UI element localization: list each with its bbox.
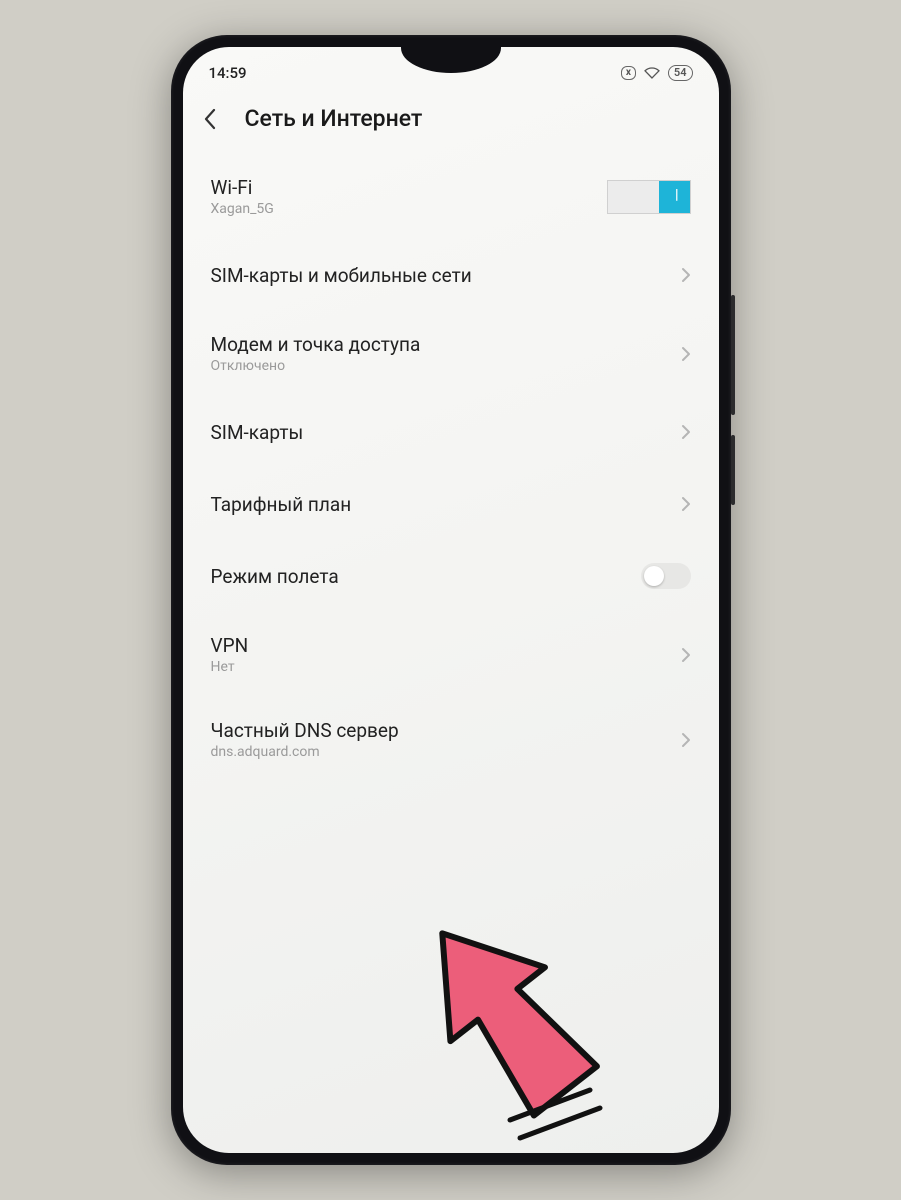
chevron-right-icon xyxy=(681,267,691,283)
row-label: Модем и точка доступа xyxy=(211,333,421,356)
volume-button xyxy=(731,295,735,415)
row-subtitle: Отключено xyxy=(211,358,421,374)
chevron-right-icon xyxy=(681,496,691,512)
screen: 14:59 x 54 Сеть и Интернет Wi-Fi Xagan_5… xyxy=(183,47,719,1153)
row-label: Тарифный план xyxy=(211,493,352,516)
battery-indicator: 54 xyxy=(668,65,693,81)
wifi-icon xyxy=(644,67,660,79)
row-data-plan[interactable]: Тарифный план xyxy=(211,468,691,540)
row-hotspot[interactable]: Модем и точка доступа Отключено xyxy=(211,311,691,396)
phone-frame: 14:59 x 54 Сеть и Интернет Wi-Fi Xagan_5… xyxy=(171,35,731,1165)
chevron-right-icon xyxy=(681,424,691,440)
chevron-right-icon xyxy=(681,732,691,748)
wifi-toggle[interactable] xyxy=(607,180,691,214)
row-label: Wi-Fi xyxy=(211,176,274,199)
row-wifi[interactable]: Wi-Fi Xagan_5G xyxy=(211,154,691,239)
row-label: Частный DNS сервер xyxy=(211,719,399,742)
row-sim-cards[interactable]: SIM-карты xyxy=(211,396,691,468)
row-label: SIM-карты и мобильные сети xyxy=(211,264,472,287)
sim-missing-icon: x xyxy=(621,66,636,80)
row-airplane[interactable]: Режим полета xyxy=(211,540,691,612)
status-icons: x 54 xyxy=(621,65,693,81)
settings-list: Wi-Fi Xagan_5G SIM-карты и мобильные сет… xyxy=(183,154,719,782)
clock-text: 14:59 xyxy=(209,64,247,82)
row-label: VPN xyxy=(211,634,249,657)
power-button xyxy=(731,435,735,505)
row-vpn[interactable]: VPN Нет xyxy=(211,612,691,697)
row-subtitle: Нет xyxy=(211,659,249,675)
row-label: Режим полета xyxy=(211,565,339,588)
row-subtitle: Xagan_5G xyxy=(211,201,274,217)
row-private-dns[interactable]: Частный DNS сервер dns.adquard.com xyxy=(211,697,691,782)
back-button[interactable] xyxy=(203,108,217,130)
row-label: SIM-карты xyxy=(211,421,304,444)
row-subtitle: dns.adquard.com xyxy=(211,744,399,760)
chevron-right-icon xyxy=(681,346,691,362)
page-title: Сеть и Интернет xyxy=(245,105,423,132)
page-header: Сеть и Интернет xyxy=(183,91,719,154)
airplane-toggle[interactable] xyxy=(641,563,691,589)
chevron-right-icon xyxy=(681,647,691,663)
row-sim-networks[interactable]: SIM-карты и мобильные сети xyxy=(211,239,691,311)
